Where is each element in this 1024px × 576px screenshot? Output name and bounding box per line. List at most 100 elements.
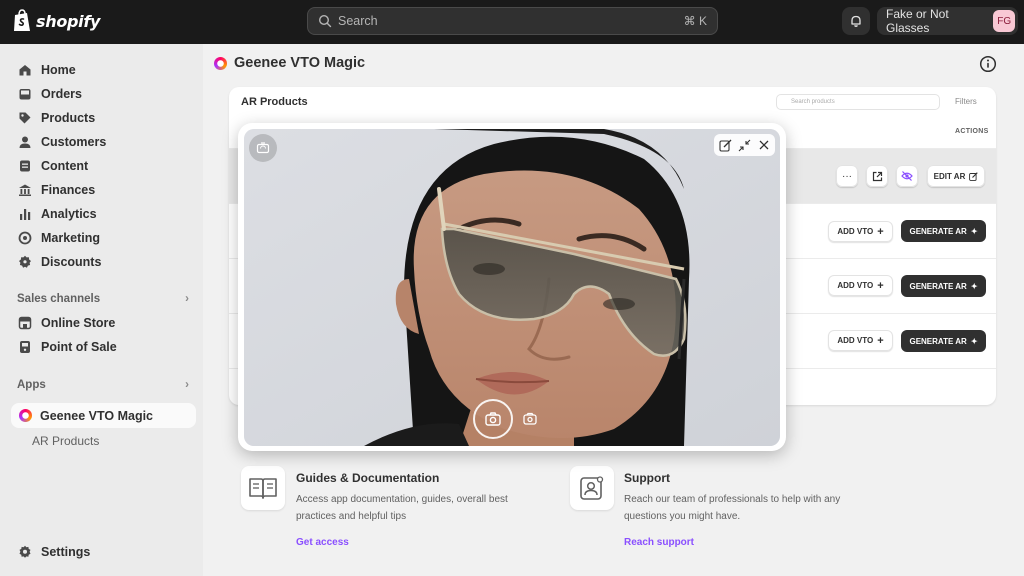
sidebar-item-customers[interactable]: Customers [18,132,106,152]
search-bar[interactable]: Search ⌘ K [307,7,718,35]
page-title-text: Geenee VTO Magic [234,55,366,71]
search-placeholder: Search [338,14,378,28]
sidebar-item-label: Customers [41,135,107,149]
brand-name: shopify [36,11,101,31]
add-vto-button[interactable]: ADD VTO + [828,221,893,242]
sidebar-item-discounts[interactable]: Discounts [18,252,101,272]
sidebar-item-analytics[interactable]: Analytics [18,204,97,224]
support-description: Reach our team of professionals to help … [624,494,841,522]
sidebar-item-settings[interactable]: Settings [18,542,90,562]
record-video-button[interactable] [520,408,542,430]
sales-channels-label: Sales channels [17,293,101,305]
chevron-right-icon: › [185,379,189,391]
person-icon [19,136,31,148]
external-link-icon [872,171,882,181]
generate-ar-label: GENERATE AR [909,226,967,236]
reach-support-link[interactable]: Reach support [624,537,694,548]
support-icon-box [570,466,614,510]
generate-ar-button[interactable]: GENERATE AR ✦ [901,330,986,352]
generate-ar-button[interactable]: GENERATE AR ✦ [901,275,986,297]
store-name: Fake or Not Glasses [886,7,949,35]
add-vto-label: ADD VTO [837,227,874,236]
generate-ar-label: GENERATE AR [909,336,967,346]
apps-header[interactable]: Apps › [17,379,189,391]
pos-icon [20,341,30,353]
get-access-link[interactable]: Get access [296,537,349,548]
products-search-input[interactable]: Search products [776,94,940,110]
edit-icon[interactable] [719,139,732,152]
sidebar-item-online-store[interactable]: Online Store [18,313,115,333]
sidebar-item-content[interactable]: Content [18,156,88,176]
page-title: Geenee VTO Magic [214,55,365,71]
geenee-app-icon [214,56,227,70]
discount-icon [19,255,31,268]
sparkle-icon: ✦ [970,281,978,291]
hide-button[interactable] [896,165,918,187]
sidebar-item-label: Online Store [41,316,116,330]
sidebar-item-finances[interactable]: Finances [18,180,95,200]
search-shortcut: ⌘ K [683,14,707,28]
collapse-icon[interactable] [738,139,751,152]
store-menu-button[interactable]: Fake or Not Glasses FG [877,7,1018,35]
info-icon[interactable] [979,55,997,73]
sparkle-icon: ✦ [970,226,978,236]
geenee-app-icon [19,409,32,422]
card-title: AR Products [241,96,308,108]
sparkle-icon: ✦ [970,336,978,346]
sidebar-item-label: Products [41,111,96,125]
sidebar-item-geenee-vto-magic[interactable]: Geenee VTO Magic [11,403,196,428]
sales-channels-header[interactable]: Sales channels › [17,293,189,305]
eye-off-icon [901,171,913,181]
support-contact-icon [580,476,604,500]
search-icon [318,14,332,28]
guides-description: Access app documentation, guides, overal… [296,494,508,522]
sidebar-item-point-of-sale[interactable]: Point of Sale [18,337,117,357]
sidebar-item-label: Analytics [41,207,97,221]
add-vto-button[interactable]: ADD VTO + [828,330,893,351]
inbox-icon [19,89,31,100]
store-icon [18,316,32,330]
camera-preview [244,129,780,446]
tag-icon [19,112,31,124]
ellipsis-icon: ··· [842,170,852,182]
capture-photo-button[interactable] [473,399,513,439]
camera-rotate-icon [256,142,270,154]
chevron-right-icon: › [185,293,189,305]
generate-ar-button[interactable]: GENERATE AR ✦ [901,220,986,242]
notifications-button[interactable] [842,7,870,35]
flip-camera-button[interactable] [249,134,277,162]
sidebar-item-home[interactable]: Home [18,60,76,80]
sidebar-item-marketing[interactable]: Marketing [18,228,100,248]
sidebar-item-label: Geenee VTO Magic [40,408,154,423]
try-on-photo [244,129,780,446]
video-camera-icon [523,412,537,425]
add-vto-label: ADD VTO [837,336,874,345]
avatar: FG [993,10,1015,32]
plus-icon: + [877,279,884,292]
sidebar-item-label: Home [41,63,76,77]
more-actions-button[interactable]: ··· [836,165,858,187]
sidebar-item-label: Orders [41,87,82,101]
sidebar-item-label: Discounts [41,255,102,269]
support-title: Support [624,471,670,485]
guides-title: Guides & Documentation [296,471,440,485]
actions-column-header: ACTIONS [955,128,989,135]
open-external-button[interactable] [866,165,888,187]
sidebar-item-label: Content [41,159,89,173]
top-bar: shopify Search ⌘ K Fake or Not Glasses F… [0,0,1024,44]
sidebar-item-ar-products[interactable]: AR Products [32,434,99,448]
generate-ar-label: GENERATE AR [909,281,967,291]
add-vto-label: ADD VTO [837,281,874,290]
sidebar-item-label: Marketing [41,231,101,245]
close-icon[interactable] [758,139,770,151]
add-vto-button[interactable]: ADD VTO + [828,275,893,296]
guides-icon-box [241,466,285,510]
plus-icon: + [877,225,884,238]
sidebar-item-label: Settings [41,545,91,559]
shopify-logo[interactable]: shopify [12,9,100,33]
edit-ar-button[interactable]: EDIT AR [927,165,985,187]
sidebar-item-orders[interactable]: Orders [18,84,82,104]
filters-button[interactable]: Filters [955,97,977,106]
sidebar-item-products[interactable]: Products [18,108,95,128]
edit-icon [969,171,979,181]
